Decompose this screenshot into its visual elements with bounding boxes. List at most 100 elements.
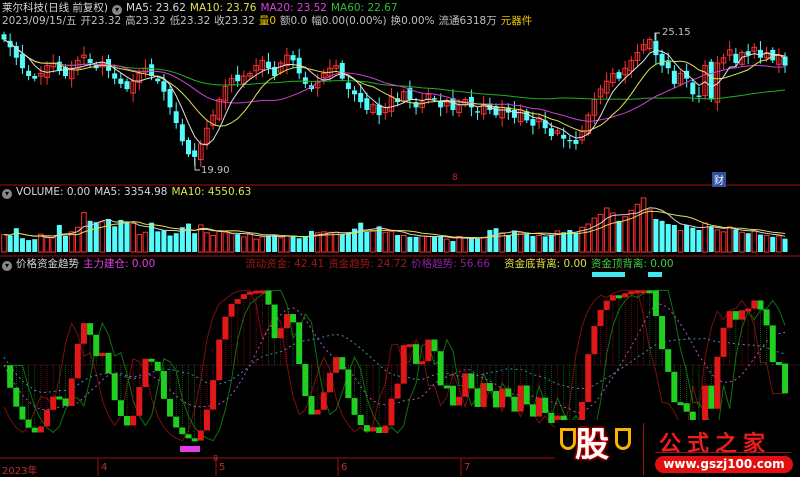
logo-url: www.gszj100.com [655, 456, 793, 473]
indicator-name[interactable]: 价格资金趋势 [16, 258, 79, 270]
trend-block-up [382, 425, 389, 434]
volume-bar [665, 224, 671, 252]
candle-down [32, 76, 38, 79]
volume-bar [284, 235, 290, 253]
trend-block-down [265, 290, 272, 305]
candle-down [19, 53, 25, 69]
x-axis-label: 2023年 [2, 466, 38, 477]
volume-bar [63, 235, 68, 252]
candle-down [167, 89, 173, 108]
volume-bar [106, 219, 112, 252]
volume-bar [44, 235, 50, 253]
volume-bar [13, 228, 19, 252]
volume-bar [407, 236, 413, 252]
volume-bar [210, 235, 216, 253]
axis-event-mark: 8 [213, 454, 219, 463]
trend-block-down [782, 363, 789, 394]
volume-bar [524, 234, 530, 252]
candle-down [548, 128, 554, 137]
candle-down [708, 61, 714, 100]
volume-bar [112, 226, 118, 252]
trend-block-up [751, 300, 758, 309]
volume-bar [757, 234, 763, 252]
trend-block-up [400, 345, 407, 384]
trend-block-up [326, 372, 333, 393]
volume-bar [124, 222, 130, 252]
trend-block-down [124, 416, 130, 426]
candle-down [87, 59, 93, 63]
volume-bar [296, 238, 302, 252]
finance-mark[interactable]: 财 [712, 172, 726, 187]
candle-down [1, 34, 7, 40]
volume-bar [603, 207, 610, 253]
candle-down [567, 139, 573, 142]
trend-block-up [197, 430, 204, 441]
volume-bar [370, 229, 376, 253]
volume-bar [241, 236, 247, 253]
trend-block-down [302, 364, 309, 397]
trend-block-down [757, 300, 764, 310]
price-header-line1: 莱尔科技(日线 前复权) ▾ MA5: 23.62 MA10: 23.76 MA20: … [2, 2, 402, 15]
candle-down [573, 139, 579, 144]
candle-down [690, 82, 696, 95]
volume-bar [186, 223, 191, 252]
volume-bar [253, 238, 259, 253]
volume-bar [400, 235, 407, 253]
open: 开23.32 [80, 15, 122, 27]
trend-block-up [283, 314, 290, 329]
volume-bar [32, 239, 38, 252]
volume-bar [561, 232, 567, 252]
trend-block-up [80, 323, 87, 344]
trend-block-down [25, 419, 32, 428]
volume-bar [640, 197, 647, 253]
chevron-down-icon[interactable]: ▾ [112, 5, 123, 15]
volume-bar [204, 232, 210, 253]
trend-block-down [431, 339, 438, 352]
chevron-down-icon[interactable]: ▾ [2, 261, 12, 271]
trend-block-up [640, 290, 647, 294]
x-axis-label: 6 [341, 462, 348, 473]
sector[interactable]: 元器件 [501, 15, 533, 27]
volume-bar [628, 209, 635, 253]
volume-bar [173, 233, 179, 252]
volume-bar [462, 237, 469, 253]
trend-block-down [31, 427, 38, 433]
top-divergence-bar [592, 272, 625, 277]
bottom-divergence: 资金底背离: 0.00 [504, 258, 587, 270]
trend-block-down [345, 369, 352, 399]
volume-bar [770, 236, 776, 252]
candle-down [179, 124, 185, 142]
volume-bar [708, 226, 714, 252]
trend-block-down [683, 403, 690, 412]
candle-down [475, 111, 481, 113]
vol-value: 0 [269, 15, 276, 27]
trend-block-up [74, 343, 81, 379]
trend-block-up [603, 300, 610, 310]
volume-bar [616, 220, 622, 252]
trend-block-down [763, 309, 770, 326]
trend-block-down [290, 314, 297, 323]
trend-block-up [50, 396, 57, 410]
trend-block-down [708, 385, 715, 409]
candle-down [665, 61, 671, 69]
volume-bar [690, 227, 696, 252]
volume-bar [505, 235, 511, 252]
volume-bar [26, 240, 32, 252]
volume-bar [714, 229, 721, 253]
trend-block-down [542, 397, 549, 413]
volume-bar [247, 232, 253, 253]
trend-block-up [370, 427, 376, 432]
trend-block-down [179, 427, 186, 435]
stock-title[interactable]: 莱尔科技(日线 前复权) [2, 2, 108, 14]
trend-block-down [548, 412, 555, 423]
horn-icon [615, 428, 631, 450]
volume-bar [167, 235, 173, 252]
event-mark[interactable]: 8 [452, 173, 458, 183]
stock-chart[interactable] [0, 0, 800, 476]
chevron-down-icon[interactable]: ▾ [2, 189, 12, 199]
trend-block-up [462, 373, 469, 397]
trend-block-up [609, 295, 616, 301]
trend-block-down [474, 388, 481, 407]
trend-block-down [413, 344, 420, 364]
volume-bar [93, 222, 99, 252]
